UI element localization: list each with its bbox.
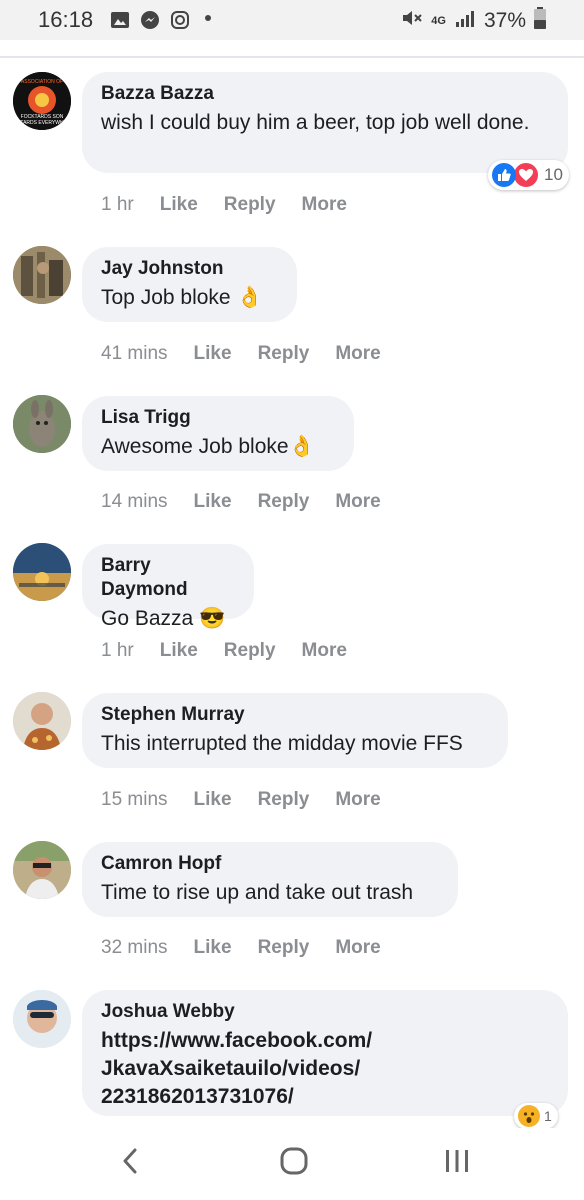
comment-text-body: Awesome Job bloke — [101, 435, 289, 458]
avatar[interactable] — [13, 692, 71, 750]
header-divider — [0, 56, 584, 58]
status-time: 16:18 — [38, 7, 94, 32]
like-button[interactable]: Like — [194, 789, 232, 811]
battery-percent: 37% — [483, 9, 526, 32]
dot-icon — [205, 15, 211, 21]
signal-icon — [454, 8, 476, 34]
comment-text: Go Bazza 😎 — [101, 605, 234, 633]
ok-hand-emoji: 👌 — [236, 286, 263, 309]
comment-meta: 14 mins Like Reply More — [101, 491, 407, 513]
reply-button[interactable]: Reply — [224, 640, 276, 662]
battery-icon — [534, 7, 546, 35]
comment-bubble[interactable]: Camron Hopf Time to rise up and take out… — [82, 842, 458, 917]
comment-time: 32 mins — [101, 937, 168, 958]
comment-time: 15 mins — [101, 789, 168, 810]
love-reaction-icon — [512, 161, 540, 189]
comment-text: wish I could buy him a beer, top job wel… — [101, 111, 530, 134]
link-line: 2231862013731076/ — [101, 1085, 294, 1108]
comment-bubble[interactable]: Barry Daymond Go Bazza 😎 — [82, 544, 254, 630]
link-line: https://www.facebook.com/ — [101, 1029, 373, 1052]
comment-bubble[interactable]: Jay Johnston Top Job bloke 👌 — [82, 247, 297, 322]
comment-bubble[interactable]: Stephen Murray This interrupted the midd… — [82, 693, 508, 768]
like-reaction-icon — [492, 163, 516, 187]
like-button[interactable]: Like — [194, 491, 232, 513]
avatar[interactable] — [13, 395, 71, 453]
more-button[interactable]: More — [335, 343, 380, 365]
like-button[interactable]: Like — [194, 343, 232, 365]
avatar[interactable] — [13, 543, 71, 601]
comment-author[interactable]: Lisa Trigg — [101, 406, 334, 430]
link-line: JkavaXsaiketauilo/videos/ — [101, 1057, 361, 1080]
status-right: 4G 37% — [401, 7, 546, 35]
avatar[interactable] — [13, 841, 71, 899]
reply-button[interactable]: Reply — [258, 937, 310, 959]
comment-time: 14 mins — [101, 491, 168, 512]
avatar[interactable] — [13, 246, 71, 304]
comment-time: 1 hr — [101, 194, 134, 215]
messenger-icon — [140, 10, 160, 30]
like-button[interactable]: Like — [160, 194, 198, 216]
gallery-icon — [110, 10, 130, 30]
comment-author[interactable]: Barry Daymond — [101, 554, 234, 602]
mute-icon — [401, 8, 423, 34]
comment-meta: 32 mins Like Reply More — [101, 937, 407, 959]
comment-meta: 1 hr Like Reply More — [101, 640, 373, 662]
avatar[interactable]: ASSOCIATION OF FOCKTARDS SON ETARDS EVER… — [13, 72, 71, 130]
reply-button[interactable]: Reply — [258, 491, 310, 513]
system-nav-bar — [0, 1128, 584, 1200]
comment-author[interactable]: Stephen Murray — [101, 703, 488, 727]
comment-bubble[interactable]: Lisa Trigg Awesome Job bloke👌 — [82, 396, 354, 471]
network-label: 4G — [431, 14, 446, 27]
comment-author[interactable]: Bazza Bazza — [101, 82, 548, 106]
comment-text-body: Top Job bloke — [101, 286, 231, 309]
comment-time: 41 mins — [101, 343, 168, 364]
comment-author[interactable]: Jay Johnston — [101, 257, 277, 281]
home-icon[interactable] — [280, 1147, 308, 1180]
comment-text: Top Job bloke 👌 — [101, 284, 277, 312]
reaction-count: 10 — [544, 165, 563, 184]
comment-author[interactable]: Camron Hopf — [101, 852, 438, 876]
more-button[interactable]: More — [335, 789, 380, 811]
reaction-count: 1 — [544, 1108, 552, 1124]
status-bar: 16:18 4G 37% — [0, 0, 584, 40]
comment-text-body: Go Bazza — [101, 607, 194, 630]
avatar-text-top: ASSOCIATION OF — [21, 79, 63, 85]
sunglasses-emoji: 😎 — [199, 607, 226, 630]
more-button[interactable]: More — [302, 640, 347, 662]
comment-meta: 1 hr Like Reply More — [101, 194, 373, 216]
comment-text: Awesome Job bloke👌 — [101, 433, 334, 461]
comment-meta: 15 mins Like Reply More — [101, 789, 407, 811]
comment-author[interactable]: Joshua Webby — [101, 1000, 548, 1024]
avatar[interactable] — [13, 990, 71, 1048]
like-button[interactable]: Like — [160, 640, 198, 662]
avatar-text-bottom2: ETARDS EVERYWHE — [17, 120, 67, 126]
reaction-summary[interactable]: 1 — [514, 1103, 558, 1129]
instagram-icon — [170, 10, 190, 30]
reaction-summary[interactable]: 10 — [488, 160, 569, 190]
comment-text: Time to rise up and take out trash — [101, 881, 414, 904]
more-button[interactable]: More — [335, 937, 380, 959]
comment-text: This interrupted the midday movie FFS — [101, 732, 463, 755]
wow-reaction-icon — [518, 1105, 540, 1127]
back-icon[interactable] — [118, 1146, 142, 1181]
recent-apps-icon[interactable] — [443, 1147, 471, 1180]
more-button[interactable]: More — [335, 491, 380, 513]
like-button[interactable]: Like — [194, 937, 232, 959]
ok-hand-emoji: 👌 — [288, 435, 315, 458]
comment-link[interactable]: https://www.facebook.com/ JkavaXsaiketau… — [101, 1027, 548, 1111]
reply-button[interactable]: Reply — [258, 789, 310, 811]
comment-time: 1 hr — [101, 640, 134, 661]
reply-button[interactable]: Reply — [258, 343, 310, 365]
comment-bubble[interactable]: Bazza Bazza wish I could buy him a beer,… — [82, 72, 568, 173]
comment-bubble[interactable]: Joshua Webby https://www.facebook.com/ J… — [82, 990, 568, 1116]
more-button[interactable]: More — [302, 194, 347, 216]
comment-meta: 41 mins Like Reply More — [101, 343, 407, 365]
reply-button[interactable]: Reply — [224, 194, 276, 216]
